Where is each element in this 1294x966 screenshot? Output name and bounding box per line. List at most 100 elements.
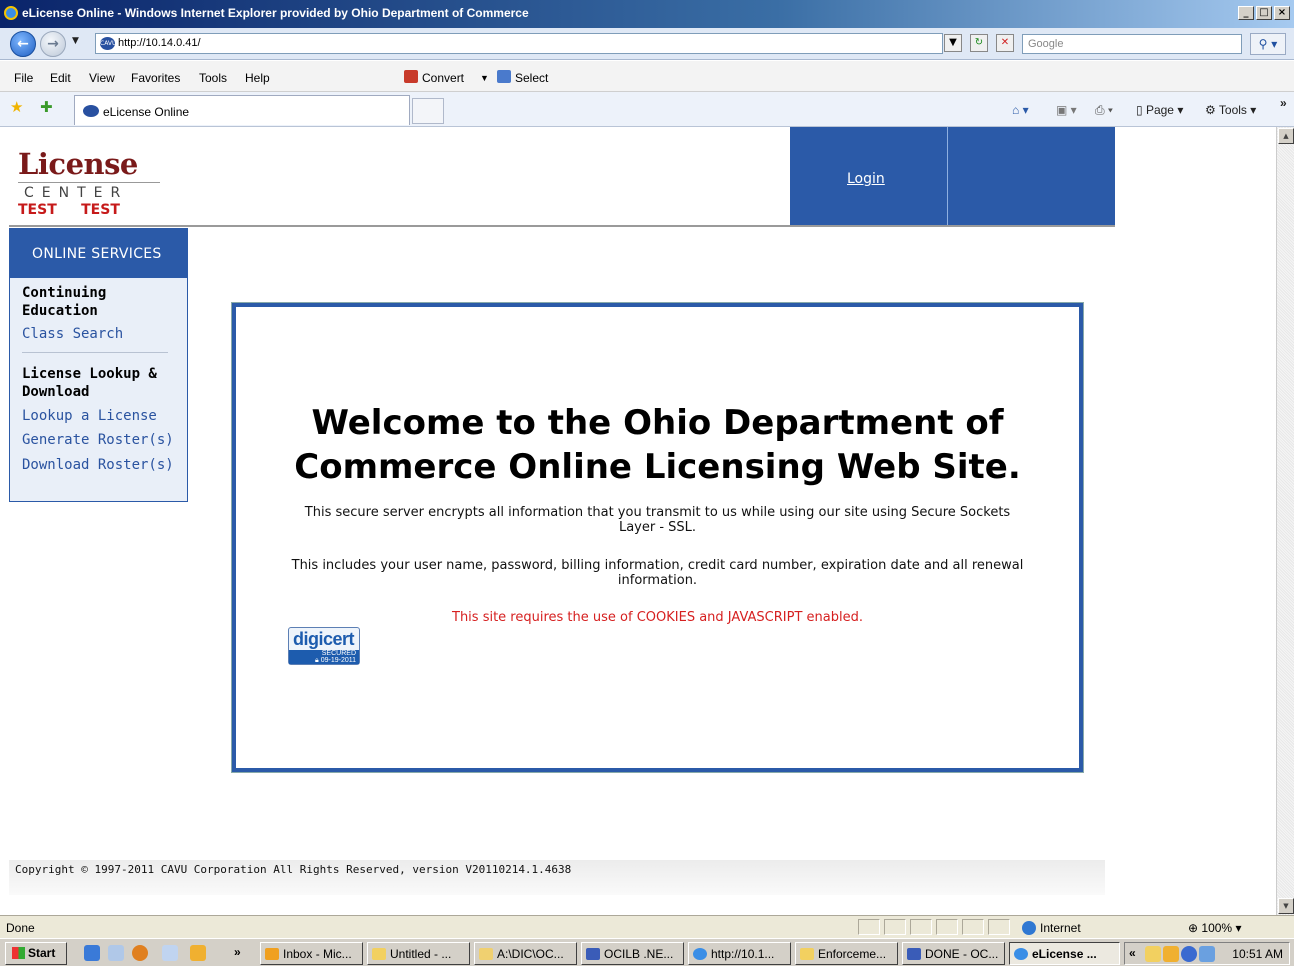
welcome-heading: Welcome to the Ohio Department of Commer…: [294, 403, 1021, 487]
tray-network-icon[interactable]: [1181, 946, 1197, 962]
folder-icon: [479, 948, 493, 960]
quicklaunch-desktop-icon[interactable]: [108, 945, 124, 961]
tray-chevron[interactable]: «: [1129, 946, 1136, 960]
convert-dropdown-icon[interactable]: ▼: [480, 73, 489, 83]
home-icon[interactable]: ⌂ ▾: [1012, 103, 1029, 117]
tab-elicense-online[interactable]: eLicense Online: [74, 95, 410, 125]
tray-update-icon[interactable]: [1199, 946, 1215, 962]
print-icon[interactable]: ⎙ ▾: [1095, 103, 1113, 118]
recent-pages-dropdown-icon[interactable]: ▼: [72, 36, 79, 46]
sidebar-link-class-search[interactable]: Class Search: [22, 326, 123, 342]
address-url[interactable]: http://10.14.0.41/: [118, 37, 201, 49]
start-label: Start: [28, 946, 56, 960]
sidebar-link-download-rosters[interactable]: Download Roster(s): [22, 457, 174, 473]
cookies-javascript-notice: This site requires the use of COOKIES an…: [452, 610, 863, 625]
quicklaunch-media-icon[interactable]: [132, 945, 148, 961]
ie-icon: [1014, 948, 1028, 960]
task-untitled[interactable]: Untitled - ...: [367, 942, 470, 965]
task-folder[interactable]: A:\DIC\OC...: [474, 942, 577, 965]
zoom-control[interactable]: ⊕ 100% ▾: [1188, 921, 1241, 935]
sidebar-divider: [22, 352, 168, 353]
menu-favorites[interactable]: Favorites: [131, 71, 180, 85]
status-panel: [884, 919, 906, 935]
page-menu-label: Page: [1145, 103, 1174, 117]
task-label: DONE - OC...: [925, 947, 999, 961]
task-done-oc[interactable]: DONE - OC...: [902, 942, 1005, 965]
quicklaunch-outlook-icon[interactable]: [190, 945, 206, 961]
sidebar-link-generate-rosters[interactable]: Generate Roster(s): [22, 432, 174, 448]
status-text: Done: [6, 921, 35, 935]
window-title-bar: eLicense Online - Windows Internet Explo…: [0, 0, 1294, 28]
new-tab-button[interactable]: [412, 98, 444, 124]
status-panel: [962, 919, 984, 935]
encryption-scope-notice: This includes your user name, password, …: [291, 558, 1024, 588]
internet-globe-icon: [1022, 921, 1036, 935]
menu-edit[interactable]: Edit: [50, 71, 71, 85]
task-label: http://10.1...: [711, 947, 775, 961]
digicert-band: SECURED 🔒︎ 09-19-2011: [289, 650, 359, 664]
menu-bar: File Edit View Favorites Tools Help Conv…: [0, 61, 1294, 92]
close-button[interactable]: ×: [1274, 6, 1290, 20]
stop-icon[interactable]: ✕: [996, 34, 1014, 52]
task-elicense[interactable]: eLicense ...: [1009, 942, 1120, 965]
copyright-text: Copyright © 1997-2011 CAVU Corporation A…: [15, 863, 572, 876]
back-button[interactable]: ←: [10, 31, 36, 57]
maximize-button[interactable]: □: [1256, 6, 1272, 20]
sidebar-heading: ONLINE SERVICES: [10, 228, 188, 278]
menu-tools[interactable]: Tools: [199, 71, 227, 85]
address-field[interactable]: CAVU http://10.14.0.41/: [95, 33, 943, 54]
sidebar: ONLINE SERVICES Continuing Education Cla…: [9, 228, 188, 502]
sidebar-section-continuing-education: Continuing Education: [22, 285, 107, 319]
tray-mail-icon[interactable]: [1145, 946, 1161, 962]
convert-button[interactable]: Convert: [422, 71, 464, 85]
page-menu-button[interactable]: ▯ Page ▾: [1136, 103, 1183, 117]
tray-outlook-icon[interactable]: [1163, 946, 1179, 962]
address-dropdown-icon[interactable]: ▼: [944, 34, 962, 52]
task-http[interactable]: http://10.1...: [688, 942, 791, 965]
minimize-button[interactable]: _: [1238, 6, 1254, 20]
header-nav-block: Login: [790, 127, 1115, 225]
search-input[interactable]: Google: [1022, 34, 1242, 54]
feeds-icon[interactable]: ▣ ▾: [1056, 103, 1077, 117]
forward-button[interactable]: →: [40, 31, 66, 57]
site-favicon-icon: CAVU: [100, 37, 116, 50]
task-label: Untitled - ...: [390, 947, 452, 961]
select-button[interactable]: Select: [515, 71, 548, 85]
menu-view[interactable]: View: [89, 71, 115, 85]
quicklaunch-ie-icon[interactable]: [84, 945, 100, 961]
menu-help[interactable]: Help: [245, 71, 270, 85]
favorites-star-icon[interactable]: ★: [10, 100, 23, 115]
logo-word: License: [18, 147, 138, 181]
scroll-up-arrow-icon[interactable]: ▲: [1278, 128, 1294, 144]
digicert-seal[interactable]: digicert SECURED 🔒︎ 09-19-2011: [288, 627, 360, 665]
quicklaunch-chevron[interactable]: »: [234, 945, 241, 959]
page-footer: Copyright © 1997-2011 CAVU Corporation A…: [9, 860, 1105, 895]
menu-file[interactable]: File: [14, 71, 33, 85]
task-label: eLicense ...: [1032, 947, 1097, 961]
security-zone[interactable]: Internet: [1022, 921, 1081, 935]
vertical-scrollbar[interactable]: ▲ ▼: [1276, 127, 1294, 915]
logo-center: CENTER: [18, 182, 160, 201]
login-link[interactable]: Login: [847, 171, 885, 187]
task-label: Enforceme...: [818, 947, 887, 961]
mail-icon: [800, 948, 814, 960]
task-inbox[interactable]: Inbox - Mic...: [260, 942, 363, 965]
refresh-icon[interactable]: ↻: [970, 34, 988, 52]
quicklaunch-app-icon[interactable]: [162, 945, 178, 961]
taskbar: Start » Inbox - Mic... Untitled - ... A:…: [0, 938, 1294, 966]
add-favorite-icon[interactable]: ✚: [40, 100, 53, 115]
logo-test: TEST TEST: [18, 202, 120, 218]
tools-menu-button[interactable]: ⚙ Tools ▾: [1205, 103, 1256, 117]
tools-menu-label: Tools: [1218, 103, 1247, 117]
ie-icon: [693, 948, 707, 960]
task-enforcement[interactable]: Enforceme...: [795, 942, 898, 965]
sidebar-link-lookup-license[interactable]: Lookup a License: [22, 408, 157, 424]
start-button[interactable]: Start: [5, 942, 67, 965]
nav-divider: [947, 127, 948, 225]
toolbar-chevron[interactable]: »: [1280, 96, 1287, 110]
task-ocilb[interactable]: OCILB .NE...: [581, 942, 684, 965]
zoom-icon: ⊕: [1188, 921, 1199, 935]
tab-label: eLicense Online: [103, 105, 190, 119]
search-icon[interactable]: ⚲ ▾: [1250, 33, 1286, 55]
scroll-down-arrow-icon[interactable]: ▼: [1278, 898, 1294, 914]
